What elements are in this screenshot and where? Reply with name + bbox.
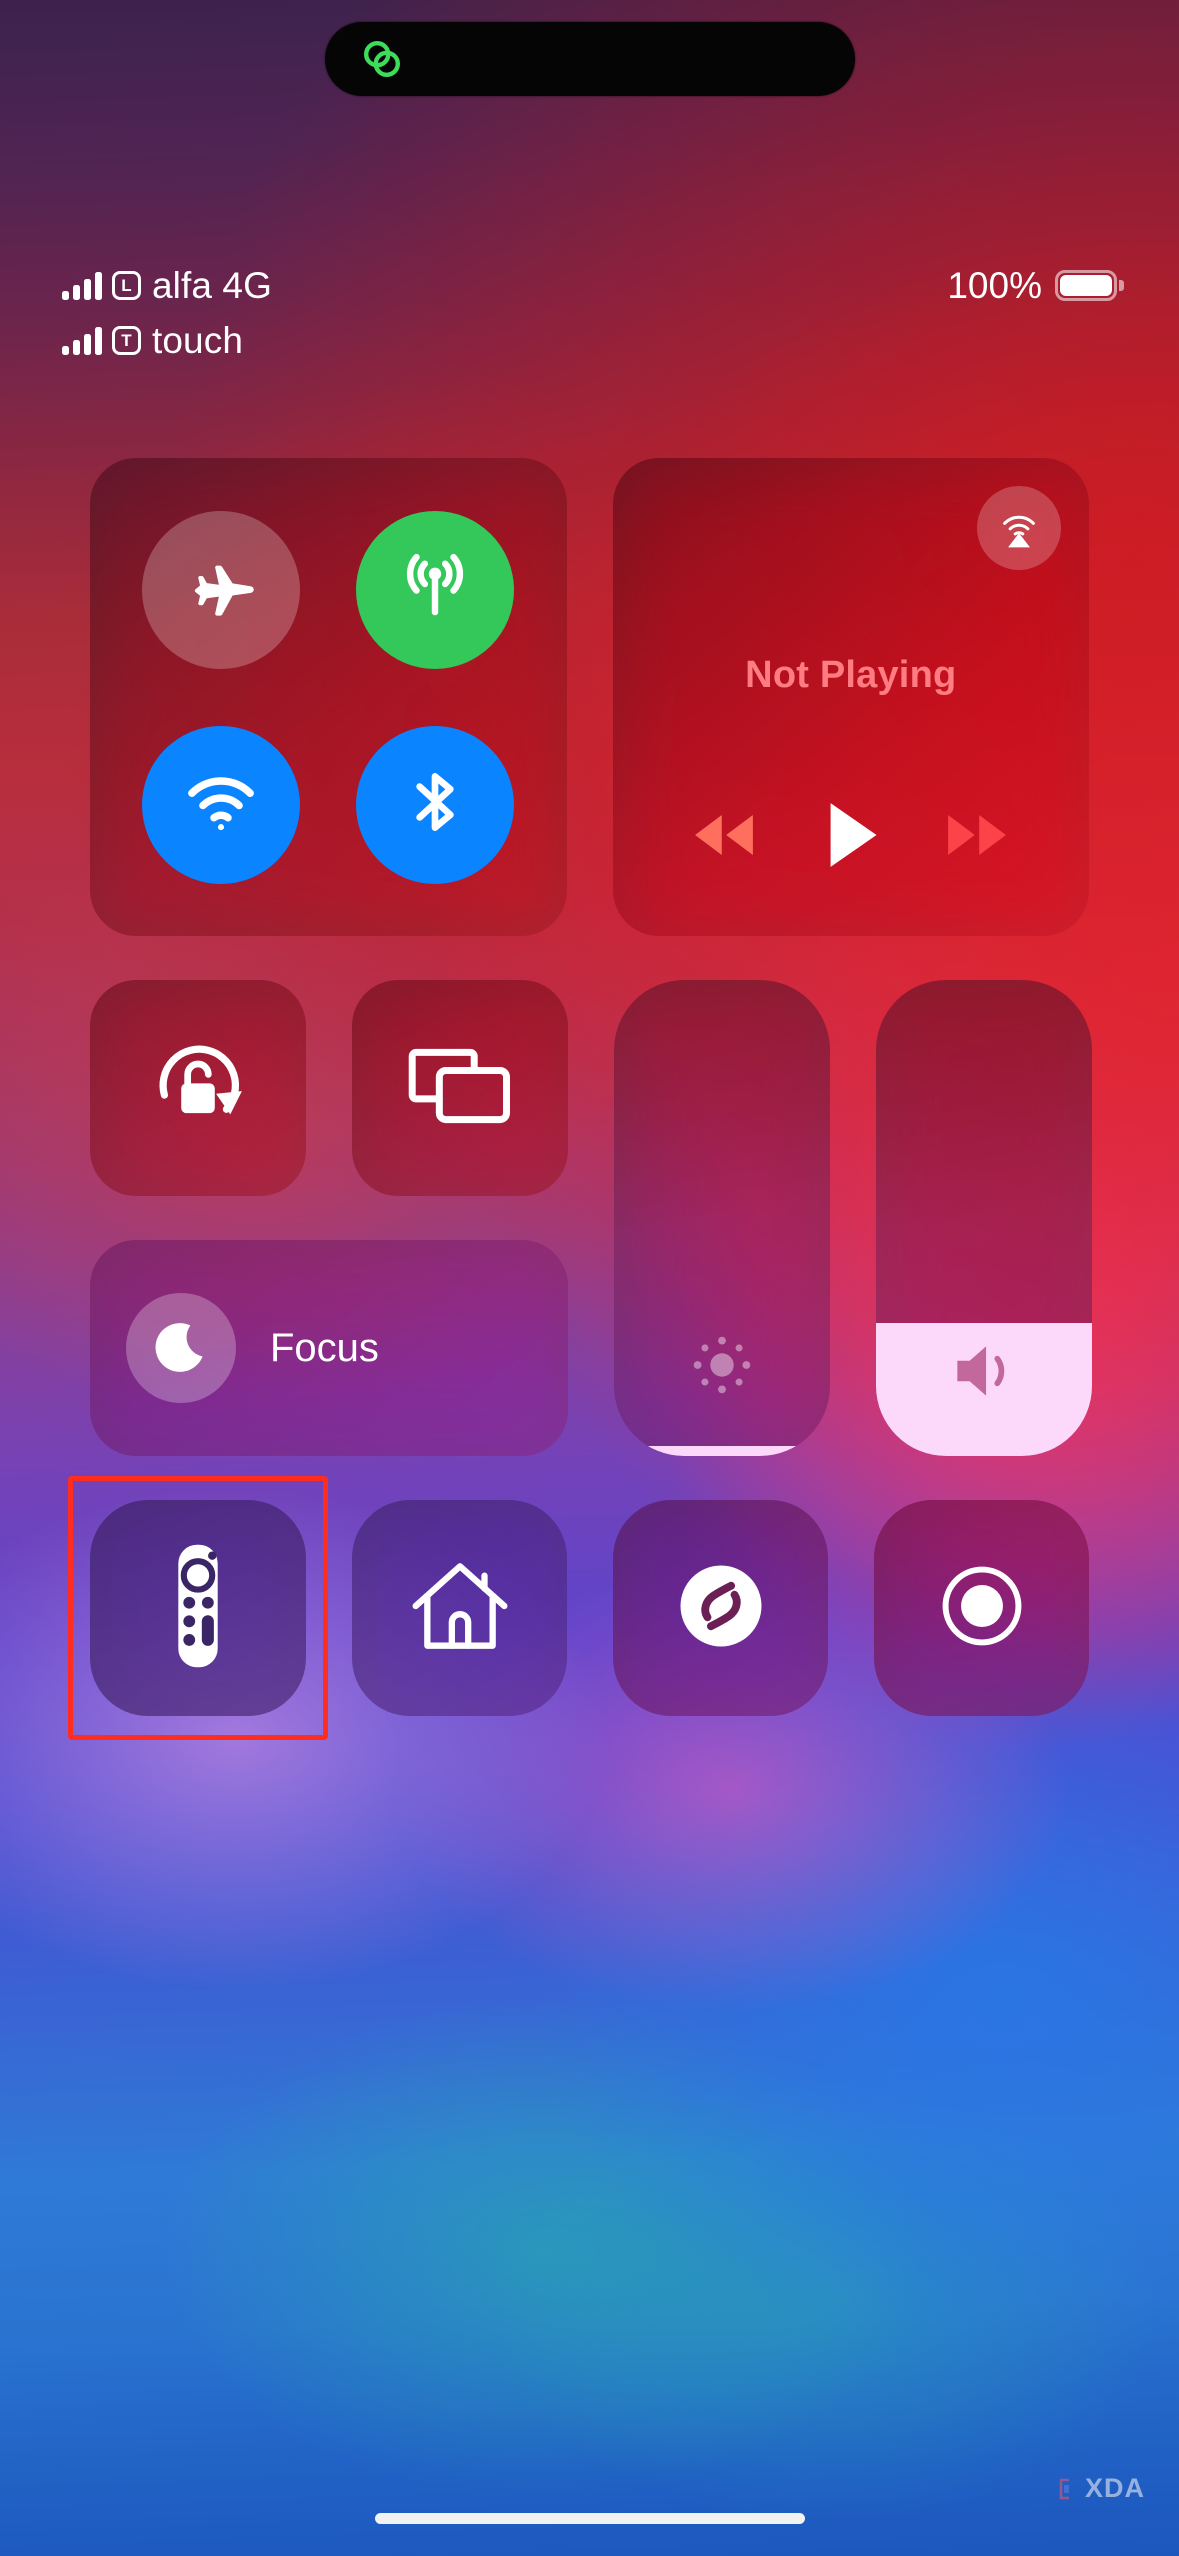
now-playing-label: Not Playing	[745, 654, 957, 696]
crescent-moon-icon	[126, 1293, 236, 1403]
carrier-row-primary: L alfa 4G	[62, 258, 272, 313]
status-bar-carriers: L alfa 4G T touch	[62, 258, 272, 368]
play-button[interactable]	[820, 798, 882, 872]
control-center-row-3	[0, 1476, 1179, 1740]
cellular-antenna-icon	[392, 544, 478, 635]
airplane-icon	[184, 550, 258, 629]
bracket-icon	[1059, 2478, 1069, 2499]
focus-label: Focus	[270, 1325, 379, 1370]
fast-forward-button[interactable]	[937, 808, 1017, 862]
screen-mirroring-icon	[398, 1034, 522, 1143]
home-house-icon	[404, 1550, 516, 1667]
wifi-icon	[179, 760, 263, 849]
control-center-row-2: Focus	[0, 980, 1179, 1456]
carrier-name-secondary: touch	[152, 319, 244, 361]
battery-fill-level	[1060, 275, 1112, 296]
screen-recording-tile[interactable]	[874, 1500, 1089, 1716]
status-bar-battery: 100%	[947, 258, 1124, 313]
linked-rings-icon	[359, 36, 405, 82]
record-circle-icon	[929, 1553, 1035, 1664]
speaker-wave-icon	[876, 1334, 1092, 1408]
rotation-lock-icon	[136, 1024, 260, 1153]
signal-bars-icon	[62, 326, 102, 355]
focus-tile[interactable]: Focus	[90, 1240, 568, 1456]
brightness-slider-fill	[614, 1446, 830, 1456]
rotation-lock-tile[interactable]	[90, 980, 306, 1196]
music-recognition-tile[interactable]	[613, 1500, 828, 1716]
media-controls	[613, 798, 1089, 872]
rewind-button[interactable]	[684, 808, 764, 862]
bluetooth-icon	[394, 761, 476, 848]
airplay-audio-icon[interactable]	[977, 486, 1061, 570]
media-playback-module: Not Playing	[612, 458, 1089, 936]
tv-remote-icon	[163, 1540, 233, 1677]
sliders-group	[614, 980, 1092, 1456]
carrier-name-primary: alfa 4G	[152, 264, 272, 306]
apple-tv-remote-wrapper	[68, 1476, 328, 1740]
airplane-mode-toggle[interactable]	[142, 510, 301, 669]
home-app-tile[interactable]	[352, 1500, 567, 1716]
bluetooth-toggle[interactable]	[356, 725, 515, 884]
status-bar: L alfa 4G T touch 100%	[0, 258, 1179, 368]
brightness-icon	[614, 1326, 830, 1404]
brightness-slider[interactable]	[614, 980, 830, 1456]
connectivity-module	[90, 458, 567, 936]
dynamic-island[interactable]	[324, 22, 855, 96]
control-center-row-1: Not Playing	[0, 458, 1179, 936]
xda-watermark: XDA	[1058, 2473, 1145, 2504]
volume-slider[interactable]	[876, 980, 1092, 1456]
carrier-row-secondary: T touch	[62, 313, 272, 368]
control-center-left-column: Focus	[90, 980, 568, 1456]
battery-full-icon	[1055, 270, 1124, 301]
apple-tv-remote-tile[interactable]	[90, 1500, 306, 1716]
watermark-label: XDA	[1084, 2473, 1145, 2503]
sim-badge-primary: L	[112, 271, 141, 300]
battery-percent-label: 100%	[947, 264, 1042, 306]
wifi-toggle[interactable]	[142, 725, 301, 884]
sim-badge-secondary: T	[112, 326, 141, 355]
screen-mirroring-tile[interactable]	[352, 980, 568, 1196]
shazam-icon	[667, 1552, 775, 1665]
cellular-data-toggle[interactable]	[356, 510, 515, 669]
control-center: Not Playing Focus	[0, 458, 1179, 1740]
utility-tiles-row	[90, 980, 568, 1196]
home-indicator[interactable]	[374, 2513, 805, 2524]
signal-bars-icon	[62, 271, 102, 300]
